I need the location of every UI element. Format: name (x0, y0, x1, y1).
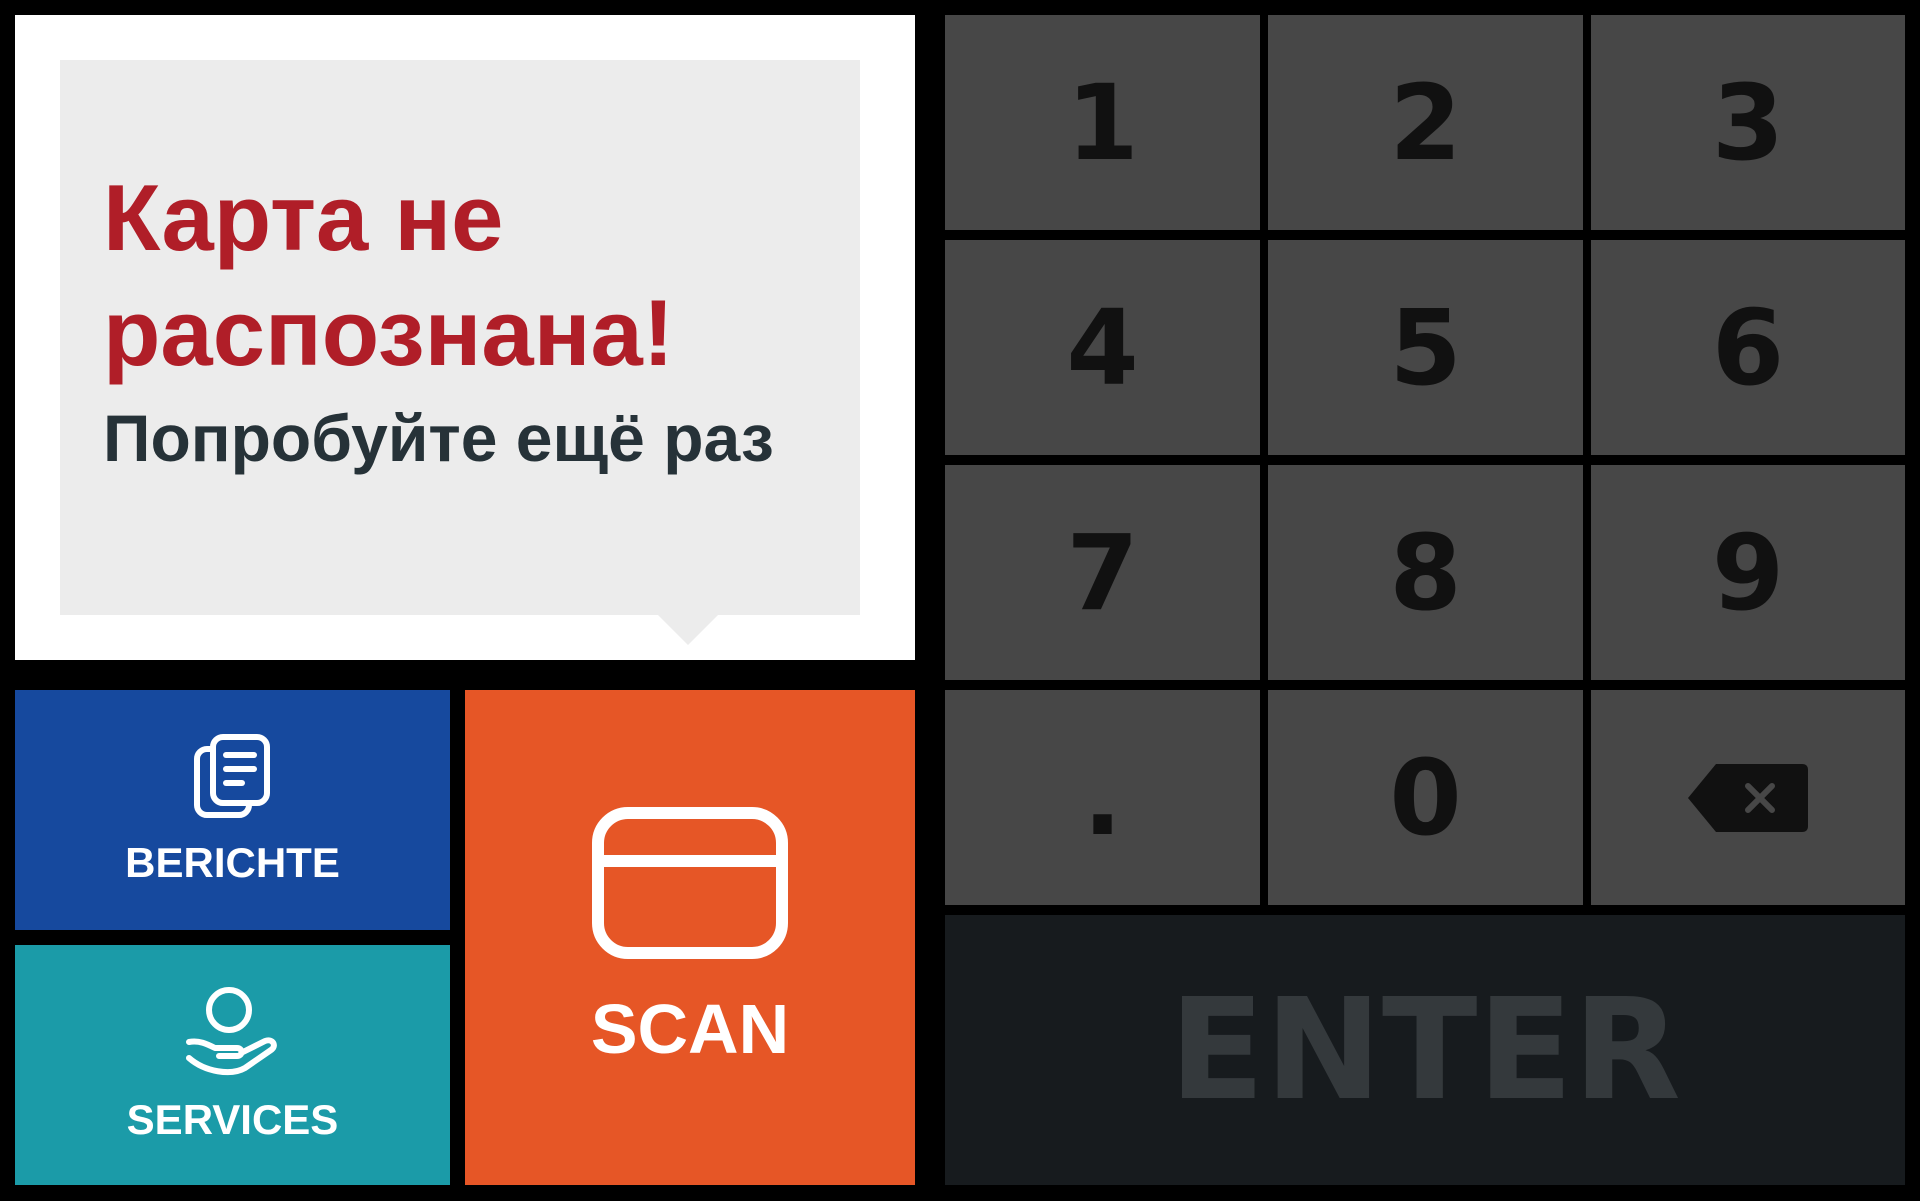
key-8[interactable]: 8 (1268, 465, 1583, 680)
enter-button[interactable]: ENTER (945, 915, 1905, 1185)
pos-screen: Карта не распознана! Попробуйте ещё раз … (0, 0, 1920, 1201)
key-4[interactable]: 4 (945, 240, 1260, 455)
key-6[interactable]: 6 (1591, 240, 1905, 455)
scan-button[interactable]: SCAN (465, 690, 915, 1185)
key-5[interactable]: 5 (1268, 240, 1583, 455)
key-decimal[interactable]: . (945, 690, 1260, 905)
card-icon (592, 806, 788, 959)
key-0[interactable]: 0 (1268, 690, 1583, 905)
message-bubble-tail (658, 615, 718, 645)
key-9[interactable]: 9 (1591, 465, 1905, 680)
person-hand-icon (185, 986, 281, 1078)
scan-label: SCAN (590, 989, 790, 1068)
key-backspace[interactable] (1591, 690, 1905, 905)
reports-label: BERICHTE (125, 839, 340, 886)
key-1[interactable]: 1 (945, 15, 1260, 230)
services-button[interactable]: SERVICES (15, 945, 450, 1185)
documents-icon (193, 733, 273, 821)
reports-button[interactable]: BERICHTE (15, 690, 450, 930)
services-label: SERVICES (126, 1096, 339, 1143)
key-3[interactable]: 3 (1591, 15, 1905, 230)
backspace-icon (1686, 737, 1810, 859)
error-subtitle: Попробуйте ещё раз (103, 401, 774, 475)
key-7[interactable]: 7 (945, 465, 1260, 680)
error-title: Карта не распознана! (103, 165, 675, 385)
key-2[interactable]: 2 (1268, 15, 1583, 230)
